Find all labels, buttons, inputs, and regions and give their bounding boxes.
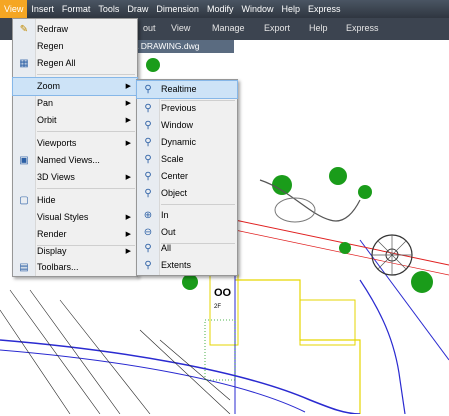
menu-tools[interactable]: Tools — [94, 0, 123, 18]
menu-modify[interactable]: Modify — [203, 0, 238, 18]
menu-item-named-views[interactable]: ▣ Named Views... — [13, 152, 137, 169]
zoom-item-previous[interactable]: ⚲ Previous — [137, 100, 237, 117]
menu-item-visual-styles[interactable]: Visual Styles ▶ — [13, 209, 137, 226]
ribbon-tab-view[interactable]: View — [171, 23, 190, 33]
menu-draw[interactable]: Draw — [123, 0, 152, 18]
ribbon-tab-help[interactable]: Help — [309, 23, 328, 33]
zoom-center-icon: ⚲ — [144, 171, 152, 182]
zoom-item-scale[interactable]: ⚲ Scale — [137, 151, 237, 168]
zoom-realtime-icon: ⚲ — [144, 84, 152, 95]
menu-view[interactable]: View — [0, 0, 28, 18]
drawing-label-2f: 2F — [214, 304, 221, 310]
menu-express[interactable]: Express — [304, 0, 345, 18]
menu-item-orbit[interactable]: Orbit ▶ — [13, 112, 137, 129]
menu-format[interactable]: Format — [58, 0, 95, 18]
zoom-object-icon: ⚲ — [144, 188, 152, 199]
zoom-item-window[interactable]: ⚲ Window — [137, 117, 237, 134]
menu-item-hide[interactable]: ▢ Hide — [13, 192, 137, 209]
regen-all-icon: ▦ — [19, 58, 29, 69]
zoom-item-out[interactable]: ⊖ Out — [137, 224, 237, 241]
zoom-item-extents[interactable]: ⚲ Extents — [137, 257, 237, 274]
menu-item-regen[interactable]: Regen — [13, 38, 137, 55]
menu-item-redraw[interactable]: ✎ Redraw — [13, 21, 137, 38]
submenu-arrow-icon: ▶ — [125, 83, 131, 90]
toolbars-icon: ▤ — [19, 262, 29, 273]
menu-bar: View Insert Format Tools Draw Dimension … — [0, 0, 449, 18]
zoom-scale-icon: ⚲ — [144, 154, 152, 165]
ribbon-tab-express[interactable]: Express — [346, 23, 379, 33]
document-tab[interactable]: L DRAWING.dwg — [130, 40, 234, 53]
zoom-item-dynamic[interactable]: ⚲ Dynamic — [137, 134, 237, 151]
submenu-arrow-icon: ▶ — [125, 100, 131, 107]
redraw-icon: ✎ — [19, 24, 29, 35]
zoom-submenu: ⚲ Realtime ⚲ Previous ⚲ Window ⚲ Dynamic… — [136, 79, 238, 276]
zoom-item-in[interactable]: ⊕ In — [137, 207, 237, 224]
menu-window[interactable]: Window — [237, 0, 277, 18]
menu-item-3d-views[interactable]: 3D Views ▶ — [13, 169, 137, 186]
zoom-item-center[interactable]: ⚲ Center — [137, 168, 237, 185]
menu-help[interactable]: Help — [277, 0, 304, 18]
submenu-arrow-icon: ▶ — [125, 214, 131, 221]
zoom-dynamic-icon: ⚲ — [144, 137, 152, 148]
named-views-icon: ▣ — [19, 155, 29, 166]
menu-insert[interactable]: Insert — [27, 0, 58, 18]
menu-dimension[interactable]: Dimension — [152, 0, 203, 18]
zoom-item-all[interactable]: ⚲ All — [137, 240, 237, 257]
menu-item-zoom[interactable]: Zoom ▶ — [12, 77, 138, 96]
menu-item-regen-all[interactable]: ▦ Regen All — [13, 55, 137, 72]
zoom-extents-icon: ⚲ — [144, 260, 152, 271]
menu-item-display[interactable]: Display ▶ — [13, 243, 137, 260]
ribbon-tab-layout[interactable]: out — [143, 23, 156, 33]
hide-icon: ▢ — [19, 195, 29, 206]
menu-item-pan[interactable]: Pan ▶ — [13, 95, 137, 112]
zoom-window-icon: ⚲ — [144, 120, 152, 131]
zoom-in-icon: ⊕ — [143, 210, 153, 221]
menu-item-render[interactable]: Render ▶ — [13, 226, 137, 243]
view-menu: ✎ Redraw Regen ▦ Regen All Zoom ▶ Pan ▶ … — [12, 18, 138, 277]
drawing-label-oo: OO — [214, 287, 232, 299]
zoom-out-icon: ⊖ — [143, 227, 153, 238]
zoom-item-object[interactable]: ⚲ Object — [137, 185, 237, 202]
submenu-arrow-icon: ▶ — [125, 231, 131, 238]
menu-item-viewports[interactable]: Viewports ▶ — [13, 135, 137, 152]
submenu-arrow-icon: ▶ — [125, 174, 131, 181]
submenu-arrow-icon: ▶ — [125, 248, 131, 255]
submenu-arrow-icon: ▶ — [125, 140, 131, 147]
submenu-arrow-icon: ▶ — [125, 117, 131, 124]
menu-item-toolbars[interactable]: ▤ Toolbars... — [13, 259, 137, 276]
zoom-item-realtime[interactable]: ⚲ Realtime — [136, 80, 238, 99]
zoom-all-icon: ⚲ — [144, 243, 152, 254]
zoom-previous-icon: ⚲ — [144, 103, 152, 114]
ribbon-tab-manage[interactable]: Manage — [212, 23, 245, 33]
ribbon-tab-export[interactable]: Export — [264, 23, 290, 33]
